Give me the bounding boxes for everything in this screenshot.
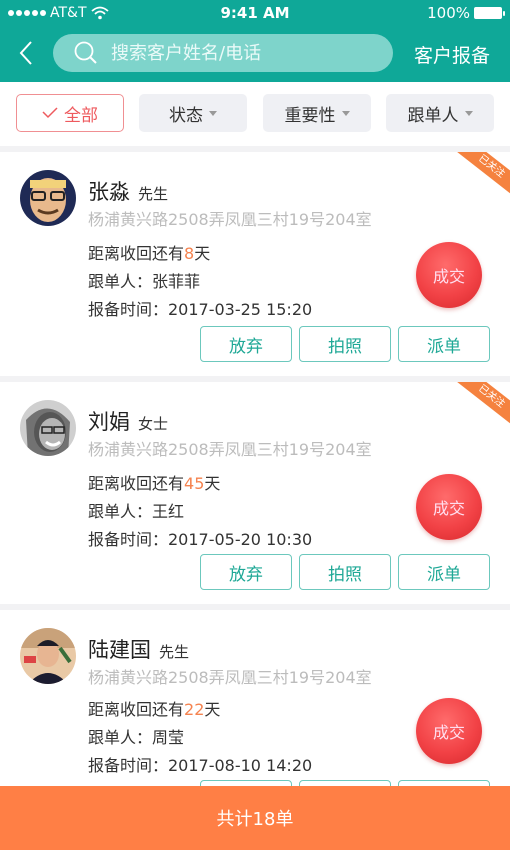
customer-card[interactable]: 陆建国 先生 杨浦黄兴路2508弄凤凰三村19号204室 距离收回还有22天 跟… [0, 610, 510, 810]
filter-importance[interactable]: 重要性 [263, 94, 371, 132]
avatar [20, 170, 76, 226]
countdown: 距离收回还有22天 [88, 700, 221, 719]
customer-name: 陆建国 [88, 638, 151, 662]
avatar [20, 400, 76, 456]
follower: 跟单人：张菲菲 [88, 272, 201, 291]
deal-button[interactable]: 成交 [416, 242, 482, 308]
back-button[interactable] [14, 37, 38, 69]
customer-name: 张淼 [88, 180, 130, 204]
report-time: 报备时间：2017-08-10 14:20 [88, 756, 313, 775]
countdown: 距离收回还有8天 [88, 244, 211, 263]
filter-all[interactable]: 全部 [16, 94, 124, 132]
battery-percent: 100% [427, 4, 470, 22]
follower: 跟单人：王红 [88, 502, 185, 521]
customer-card[interactable]: 已关注 张淼 先生 杨浦黄兴路2508弄凤凰三村19号204室 距离收回还有8天… [0, 152, 510, 376]
followed-badge: 已关注 [449, 152, 510, 202]
filter-all-label: 全部 [64, 105, 98, 126]
abandon-button[interactable]: 放弃 [200, 554, 292, 590]
avatar [20, 628, 76, 684]
customer-title: 先生 [138, 185, 169, 203]
countdown-days: 8 [184, 244, 195, 263]
filter-bar: 全部 状态 重要性 跟单人 [0, 82, 510, 146]
countdown-days: 22 [184, 700, 205, 719]
chevron-left-icon [19, 41, 32, 65]
customer-address: 杨浦黄兴路2508弄凤凰三村19号204室 [88, 210, 372, 229]
caret-down-icon [209, 110, 217, 116]
total-count-bar: 共计18单 [0, 786, 510, 850]
customer-title: 女士 [138, 415, 169, 433]
search-input[interactable] [111, 42, 371, 64]
deal-button[interactable]: 成交 [416, 698, 482, 764]
filter-status[interactable]: 状态 [139, 94, 247, 132]
filter-status-label: 状态 [169, 105, 203, 126]
customer-report-button[interactable]: 客户报备 [414, 41, 490, 68]
customer-address: 杨浦黄兴路2508弄凤凰三村19号204室 [88, 668, 372, 687]
nav-bar: 客户报备 [0, 33, 510, 73]
header: AT&T 9:41 AM 100% 客户报备 [0, 0, 510, 82]
photo-button[interactable]: 拍照 [299, 554, 391, 590]
caret-down-icon [341, 110, 350, 116]
report-time: 报备时间：2017-05-20 10:30 [88, 530, 313, 549]
dispatch-button[interactable]: 派单 [398, 326, 490, 362]
report-time: 报备时间：2017-03-25 15:20 [88, 300, 313, 319]
search-icon [74, 41, 97, 64]
customer-address: 杨浦黄兴路2508弄凤凰三村19号204室 [88, 440, 372, 459]
dispatch-button[interactable]: 派单 [398, 554, 490, 590]
battery-icon [474, 7, 505, 19]
follower: 跟单人：周莹 [88, 728, 185, 747]
photo-button[interactable]: 拍照 [299, 326, 391, 362]
status-bar: AT&T 9:41 AM 100% [0, 0, 510, 28]
deal-button[interactable]: 成交 [416, 474, 482, 540]
followed-badge: 已关注 [449, 382, 510, 432]
customer-card[interactable]: 已关注 刘娟 女士 杨浦黄兴路2508弄凤凰三村19号204室 距离收回还有45… [0, 382, 510, 604]
customer-title: 先生 [159, 643, 190, 661]
filter-follower[interactable]: 跟单人 [386, 94, 494, 132]
abandon-button[interactable]: 放弃 [200, 326, 292, 362]
caret-down-icon [464, 110, 473, 116]
filter-follower-label: 跟单人 [407, 105, 459, 126]
check-icon [42, 107, 58, 119]
total-count-label: 共计18单 [216, 809, 294, 830]
customer-name: 刘娟 [88, 410, 130, 434]
search-bar[interactable] [53, 34, 393, 72]
filter-importance-label: 重要性 [284, 105, 336, 126]
countdown-days: 45 [184, 474, 205, 493]
countdown: 距离收回还有45天 [88, 474, 221, 493]
